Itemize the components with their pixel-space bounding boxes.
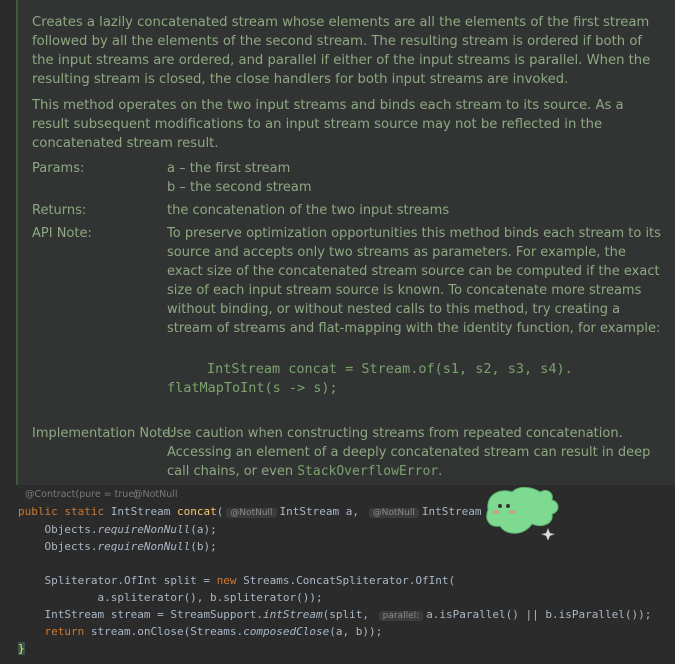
- javadoc-popup: Creates a lazily concatenated stream who…: [16, 0, 675, 485]
- param-a: a – the first stream: [167, 161, 291, 176]
- param-b: b – the second stream: [167, 180, 312, 195]
- code-line[interactable]: Objects.requireNonNull(b);: [18, 540, 217, 553]
- code-text: (a);: [190, 523, 217, 536]
- paren: (: [216, 505, 224, 518]
- returns-label: Returns:: [32, 203, 87, 218]
- code-text: Streams.ConcatSpliterator.OfInt(: [236, 574, 456, 587]
- impl-note-end: .: [438, 464, 443, 479]
- returns-value: the concatenation of the two input strea…: [167, 203, 450, 218]
- api-note-value: To preserve optimization opportunities t…: [167, 226, 661, 336]
- code-line[interactable]: a.spliterator(), b.spliterator());: [18, 591, 322, 604]
- code-text: Objects.: [18, 523, 98, 536]
- code-text: (split,: [322, 608, 376, 621]
- contract-annotation: @Contract(pure = true): [25, 489, 138, 500]
- impl-note-value: Use caution when constructing streams fr…: [167, 424, 662, 481]
- code-text: a.isParallel() || b.isParallel());: [426, 608, 652, 621]
- code-text: stream.onClose(Streams.: [84, 625, 244, 638]
- slime-body: [486, 486, 559, 534]
- slime-blush: [493, 510, 499, 514]
- impl-note-code[interactable]: StackOverflowError: [297, 464, 438, 479]
- params-label: Params:: [32, 161, 85, 176]
- return-type: IntStream: [104, 505, 177, 518]
- doc-paragraph-1: Creates a lazily concatenated stream who…: [32, 15, 651, 87]
- code-line[interactable]: return stream.onClose(Streams.composedCl…: [18, 625, 382, 638]
- code-text: IntStream stream = StreamSupport.: [18, 608, 264, 621]
- keyword: public static: [18, 505, 105, 518]
- closing-brace[interactable]: }: [18, 642, 25, 655]
- method-call: intStream: [263, 608, 323, 621]
- slime-mascot-icon[interactable]: [482, 480, 562, 540]
- code-editor[interactable]: public static IntStream concat(@NotNull I…: [0, 502, 675, 664]
- code-text: (b);: [190, 540, 217, 553]
- code-text: (a, b));: [329, 625, 383, 638]
- inlay-hint: @NotNull: [368, 508, 419, 518]
- notnull-annotation: @NotNull: [133, 489, 178, 500]
- api-note-label: API Note:: [32, 226, 92, 241]
- slime-eye: [498, 504, 502, 508]
- slime-eye: [506, 504, 510, 508]
- inlay-hint: @NotNull: [226, 508, 277, 518]
- code-line[interactable]: Spliterator.OfInt split = new Streams.Co…: [18, 574, 455, 587]
- slime-blush: [509, 510, 515, 514]
- method-call: requireNonNull: [97, 540, 191, 553]
- code-text: Objects.: [18, 540, 98, 553]
- keyword: new: [216, 574, 237, 587]
- inlay-hint: parallel:: [378, 611, 424, 621]
- api-code-line-2: flatMapToInt(s -> s);: [167, 380, 338, 396]
- method-call: composedClose: [243, 625, 330, 638]
- method-call: requireNonNull: [97, 523, 191, 536]
- impl-note-label: Implementation Note:: [32, 426, 175, 441]
- keyword: return: [18, 625, 85, 638]
- param-a: IntStream a,: [279, 505, 360, 518]
- code-text: Spliterator.OfInt split =: [18, 574, 217, 587]
- doc-paragraph-2: This method operates on the two input st…: [32, 98, 624, 151]
- code-line[interactable]: IntStream stream = StreamSupport.intStre…: [18, 608, 651, 621]
- code-line[interactable]: Objects.requireNonNull(a);: [18, 523, 217, 536]
- code-line-signature[interactable]: public static IntStream concat(@NotNull I…: [18, 505, 515, 518]
- api-code-line-1: IntStream concat = Stream.of(s1, s2, s3,…: [207, 361, 573, 377]
- method-name[interactable]: concat: [177, 505, 217, 518]
